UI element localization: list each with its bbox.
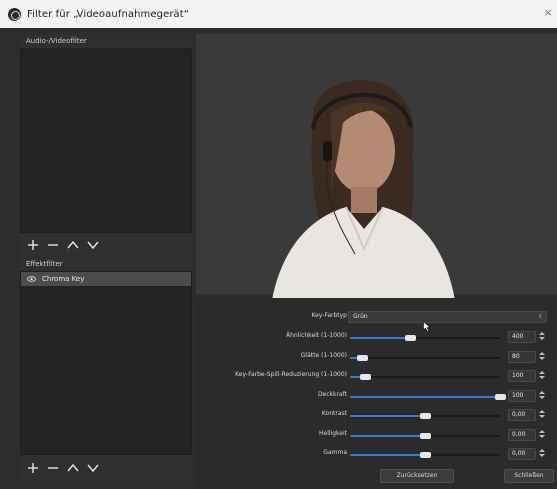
filter-lists-column: Audio-/Videofilter Effektfilter Chroma K… <box>20 34 192 489</box>
opacity-value-input[interactable]: 100 <box>508 389 536 402</box>
slider-handle[interactable] <box>420 413 431 419</box>
similarity-value-input[interactable]: 400 <box>508 331 536 343</box>
slider-handle[interactable] <box>420 452 431 458</box>
smoothness-slider[interactable] <box>350 354 500 361</box>
effect-filter-list[interactable]: Chroma Key <box>20 271 192 455</box>
window-title: Filter für „Videoaufnahmegerät“ <box>27 8 190 20</box>
spin-arrows-icon[interactable] <box>538 390 546 402</box>
gamma-label: Gamma <box>323 449 347 456</box>
key-color-type-label: Key-Farbtyp <box>311 312 347 319</box>
audio-video-filter-toolbar <box>20 233 192 257</box>
select-arrows-icon: ⇳ <box>537 313 543 320</box>
close-button[interactable]: Schließen <box>504 469 554 483</box>
minus-icon <box>48 244 58 246</box>
obs-logo-icon <box>8 7 21 21</box>
video-preview <box>196 34 557 306</box>
close-window-button[interactable]: × <box>544 6 553 19</box>
brightness-row: Helligkeit 0,00 <box>196 428 557 444</box>
chevron-up-icon <box>67 463 79 472</box>
remove-filter-button[interactable] <box>46 239 60 251</box>
similarity-row: Ähnlichkeit (1-1000) 400 <box>196 330 557 346</box>
effect-move-up-button[interactable] <box>66 462 80 474</box>
filter-dialog: Filter für „Videoaufnahmegerät“ × Audio-… <box>0 0 557 489</box>
key-color-spill-reduction-row: Key-Farbe-Spill-Reduzierung (1-1000) 100 <box>196 369 557 385</box>
slider-handle[interactable] <box>360 374 371 380</box>
spin-arrows-icon[interactable] <box>538 331 546 343</box>
move-up-button[interactable] <box>66 239 80 251</box>
slider-handle[interactable] <box>357 354 368 361</box>
minus-icon <box>48 467 58 469</box>
smoothness-label: Glätte (1-1000) <box>300 351 347 359</box>
chevron-down-icon <box>87 241 99 250</box>
effect-filter-toolbar <box>20 455 192 481</box>
plus-icon <box>28 240 38 250</box>
eye-icon[interactable] <box>27 276 36 282</box>
audio-video-filter-list[interactable] <box>20 48 192 233</box>
remove-effect-button[interactable] <box>46 462 60 474</box>
title-bar: Filter für „Videoaufnahmegerät“ × <box>0 0 557 28</box>
chevron-up-icon <box>67 240 79 249</box>
slider-fill <box>350 395 500 398</box>
smoothness-row: Glätte (1-1000) 80 <box>196 350 557 366</box>
webcam-person-image <box>271 80 456 306</box>
key-color-type-select[interactable]: Grün ⇳ <box>348 311 547 323</box>
effect-item-chroma-key[interactable]: Chroma Key <box>21 272 191 286</box>
contrast-row: Kontrast 0,00 <box>196 408 557 424</box>
gamma-row: Gamma 0,00 <box>196 447 557 463</box>
key-color-spill-reduction-label: Key-Farbe-Spill-Reduzierung (1-1000) <box>235 371 347 378</box>
slider-fill <box>350 454 425 456</box>
spin-arrows-icon[interactable] <box>538 429 546 441</box>
similarity-slider[interactable] <box>350 335 500 341</box>
spin-arrows-icon[interactable] <box>538 351 546 363</box>
opacity-row: Deckkraft 100 <box>196 389 557 405</box>
key-color-type-value: Grün <box>353 313 368 320</box>
brightness-value-input[interactable]: 0,00 <box>508 428 536 441</box>
chroma-key-properties: Key-Farbtyp Grün ⇳ Ähnlichkeit (1-1000) 4… <box>196 298 557 489</box>
reset-button[interactable]: Zurücksetzen <box>380 469 454 483</box>
spin-arrows-icon[interactable] <box>538 370 546 382</box>
audio-video-filters-label: Audio-/Videofilter <box>20 34 192 48</box>
slider-fill <box>350 337 410 339</box>
slider-fill <box>350 434 425 437</box>
move-down-button[interactable] <box>86 239 100 251</box>
add-effect-button[interactable] <box>26 462 40 474</box>
effect-item-label: Chroma Key <box>42 275 85 283</box>
plus-icon <box>28 463 38 473</box>
slider-fill <box>350 415 425 417</box>
contrast-value-input[interactable]: 0,00 <box>508 409 536 421</box>
effect-move-down-button[interactable] <box>86 462 100 474</box>
chevron-down-icon <box>87 464 99 473</box>
contrast-slider[interactable] <box>350 413 500 419</box>
opacity-slider[interactable] <box>350 393 506 400</box>
brightness-label: Helligkeit <box>319 429 347 437</box>
smoothness-value-input[interactable]: 80 <box>508 350 536 363</box>
slider-handle[interactable] <box>405 335 416 341</box>
spin-arrows-icon[interactable] <box>538 409 546 421</box>
key-color-spill-reduction-value-input[interactable]: 100 <box>508 370 536 382</box>
spin-arrows-icon[interactable] <box>538 448 546 460</box>
slider-handle[interactable] <box>420 432 431 439</box>
contrast-label: Kontrast <box>321 410 347 417</box>
gamma-value-input[interactable]: 0,00 <box>508 448 536 460</box>
key-color-type-row: Key-Farbtyp Grün ⇳ <box>196 310 557 332</box>
similarity-label: Ähnlichkeit (1-1000) <box>286 332 347 339</box>
key-color-spill-reduction-slider[interactable] <box>350 374 500 380</box>
slider-handle[interactable] <box>495 393 506 400</box>
gamma-slider[interactable] <box>350 452 500 458</box>
brightness-slider[interactable] <box>350 432 500 439</box>
effect-filters-label: Effektfilter <box>20 257 192 271</box>
opacity-label: Deckkraft <box>317 390 347 398</box>
add-filter-button[interactable] <box>26 239 40 251</box>
